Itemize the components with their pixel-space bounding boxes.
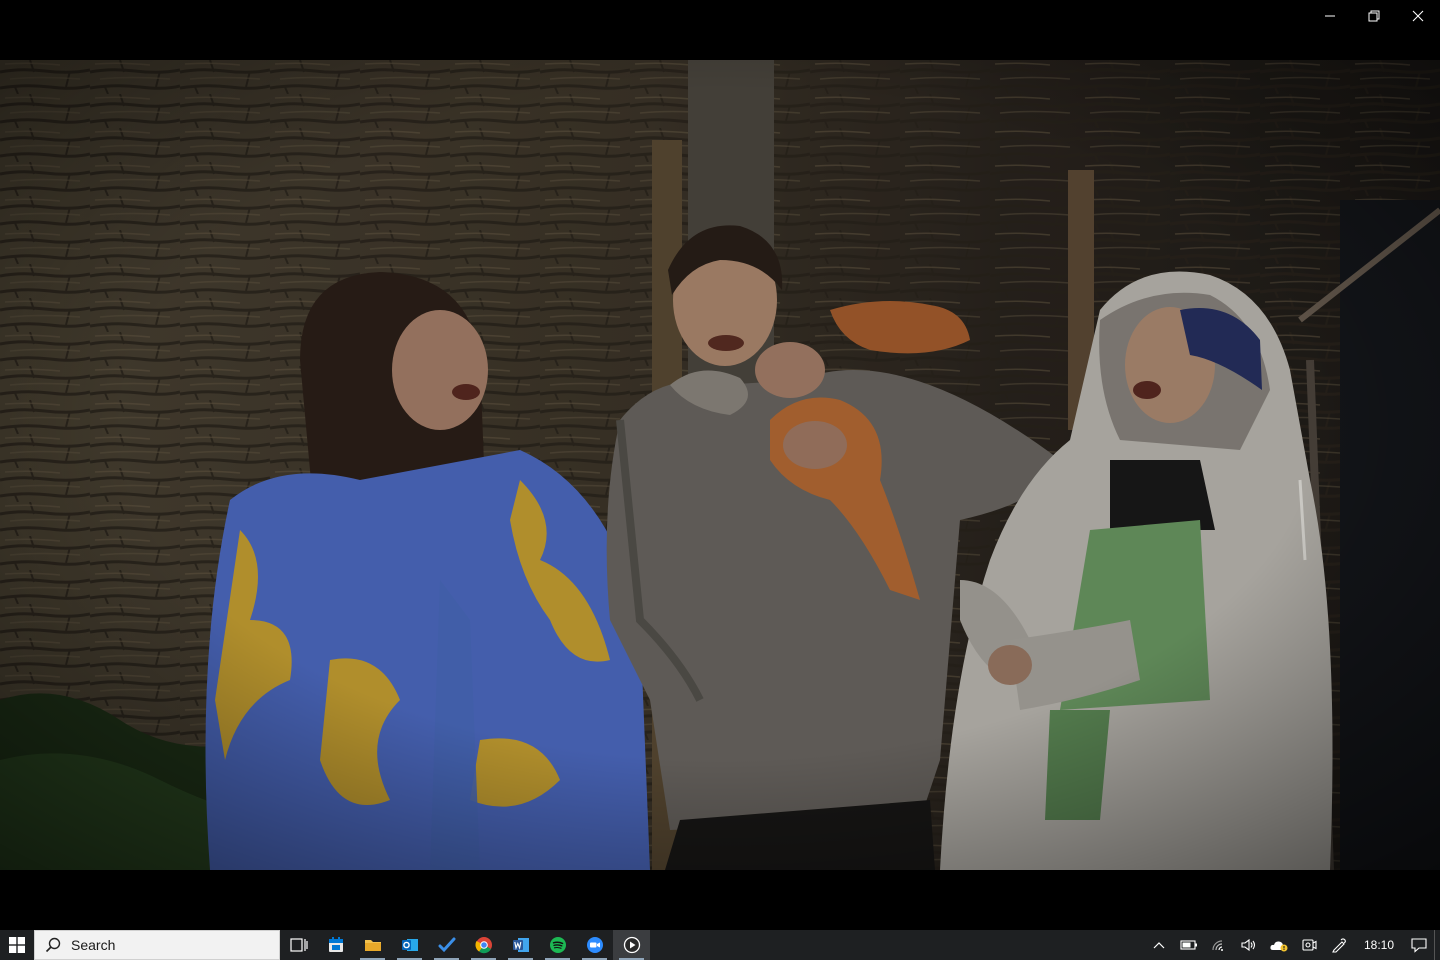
show-desktop-button[interactable] — [1434, 930, 1440, 960]
system-tray: 18:10 — [1144, 930, 1440, 960]
spotify-icon — [549, 937, 566, 953]
taskbar-search-box[interactable]: Search — [34, 930, 280, 960]
restore-button[interactable] — [1352, 0, 1396, 32]
onedrive-button[interactable] — [1264, 930, 1294, 960]
video-image — [0, 60, 1440, 870]
windows-logo-icon — [9, 937, 25, 953]
taskbar-app-calendar[interactable] — [317, 930, 354, 960]
search-placeholder: Search — [71, 937, 116, 953]
battery-icon — [1180, 940, 1197, 950]
taskbar-app-outlook[interactable] — [391, 930, 428, 960]
taskbar-app-file-explorer[interactable] — [354, 930, 391, 960]
calendar-store-icon — [328, 937, 343, 952]
close-icon — [1412, 10, 1424, 22]
meet-now-button[interactable] — [1294, 930, 1324, 960]
task-view-icon — [289, 938, 308, 952]
outlook-icon — [401, 939, 418, 951]
restore-icon — [1368, 10, 1380, 22]
search-icon — [45, 937, 61, 953]
close-button[interactable] — [1396, 0, 1440, 32]
media-player-window — [0, 0, 1440, 930]
cloud-warning-icon — [1270, 941, 1288, 952]
battery-button[interactable] — [1174, 930, 1204, 960]
network-button[interactable] — [1204, 930, 1234, 960]
pen-icon — [1332, 938, 1346, 953]
wifi-icon — [1212, 940, 1223, 951]
media-player-icon — [623, 936, 640, 954]
file-explorer-icon — [364, 940, 381, 951]
word-icon — [512, 938, 529, 952]
task-view-button[interactable] — [280, 930, 317, 960]
minimize-button[interactable] — [1308, 0, 1352, 32]
video-frame[interactable] — [0, 60, 1440, 870]
chevron-up-icon — [1153, 942, 1165, 949]
start-button[interactable] — [0, 930, 34, 960]
action-center-button[interactable] — [1404, 930, 1434, 960]
pen-workspace-button[interactable] — [1324, 930, 1354, 960]
taskbar-app-todo[interactable] — [428, 930, 465, 960]
taskbar-app-chrome[interactable] — [465, 930, 502, 960]
show-hidden-icons-button[interactable] — [1144, 930, 1174, 960]
notification-icon — [1411, 938, 1427, 953]
minimize-icon — [1325, 15, 1335, 17]
taskbar-app-zoom[interactable] — [576, 930, 613, 960]
window-controls — [1308, 0, 1440, 32]
taskbar-app-spotify[interactable] — [539, 930, 576, 960]
camera-icon — [1302, 939, 1317, 951]
todo-icon — [438, 937, 455, 953]
taskbar-app-media-player[interactable] — [613, 930, 650, 960]
chrome-icon — [474, 937, 492, 954]
zoom-icon — [586, 937, 603, 953]
volume-button[interactable] — [1234, 930, 1264, 960]
speaker-icon — [1241, 938, 1256, 952]
title-bar[interactable] — [0, 0, 1440, 32]
taskbar-clock[interactable]: 18:10 — [1354, 938, 1404, 952]
taskbar: Search 18:10 — [0, 930, 1440, 960]
taskbar-app-word[interactable] — [502, 930, 539, 960]
